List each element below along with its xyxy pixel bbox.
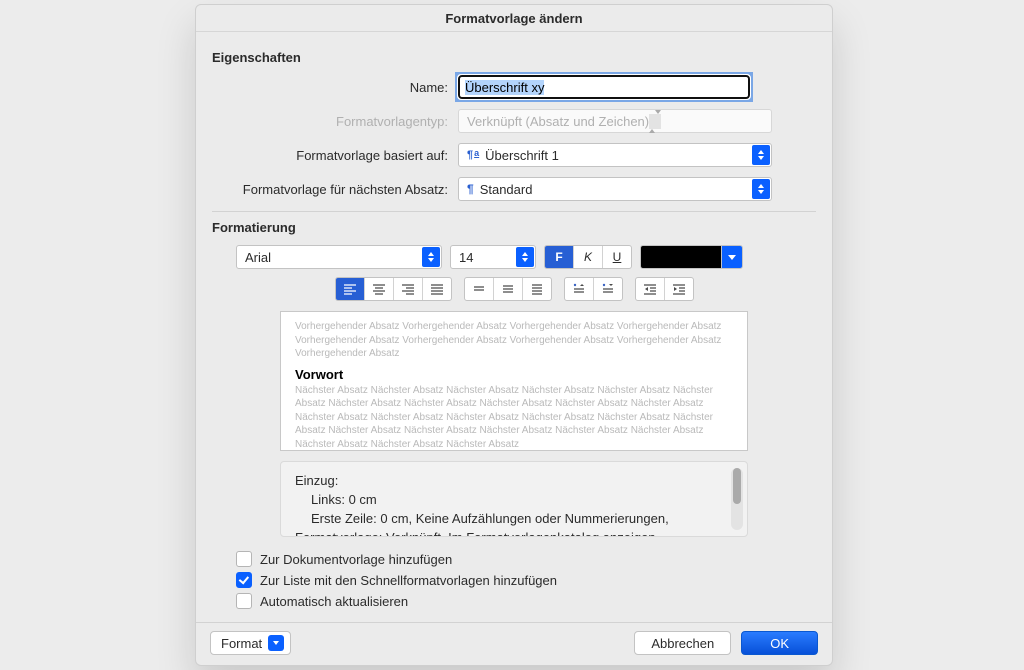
desc-line: Formatvorlage: Verknüpft, Im Formatvorla… [295, 529, 733, 537]
next-style-label: Formatvorlage für nächsten Absatz: [212, 182, 458, 197]
space-before-dec-button[interactable] [594, 278, 622, 300]
preview-sample-text: Vorwort [295, 367, 733, 382]
options-checks: Zur Dokumentvorlage hinzufügen Zur Liste… [236, 551, 816, 609]
desc-line: Links: 0 cm [311, 491, 733, 510]
align-center-button[interactable] [365, 278, 394, 300]
based-on-value: Überschrift 1 [485, 148, 559, 163]
chevron-updown-icon [752, 145, 770, 165]
section-formatting: Formatierung [212, 220, 816, 235]
paragraph-toolbar [212, 277, 816, 301]
paragraph-spacing-group [564, 277, 623, 301]
next-style-value: Standard [480, 182, 533, 197]
linked-style-icon: ¶a [467, 149, 479, 161]
space-before-inc-button[interactable] [565, 278, 594, 300]
checkbox-icon [236, 593, 252, 609]
chevron-updown-icon [516, 247, 534, 267]
separator [212, 211, 816, 212]
preview-next-paragraph: Nächster Absatz Nächster Absatz Nächster… [295, 384, 733, 452]
bold-button[interactable]: F [545, 246, 574, 268]
alignment-group [335, 277, 452, 301]
indent-decrease-button[interactable] [636, 278, 665, 300]
name-label: Name: [212, 80, 458, 95]
style-description: Einzug: Links: 0 cm Erste Zeile: 0 cm, K… [280, 461, 748, 537]
paragraph-icon: ¶ [467, 182, 474, 196]
align-left-button[interactable] [336, 278, 365, 300]
underline-button[interactable]: U [603, 246, 631, 268]
check-label: Zur Dokumentvorlage hinzufügen [260, 552, 452, 567]
font-style-group: F K U [544, 245, 632, 269]
scrollbar-thumb[interactable] [733, 468, 741, 504]
ok-button[interactable]: OK [741, 631, 818, 655]
preview-pane: Vorhergehender Absatz Vorhergehender Abs… [280, 311, 748, 451]
quick-styles-check[interactable]: Zur Liste mit den Schnellformatvorlagen … [236, 572, 816, 588]
based-on-select[interactable]: ¶a Überschrift 1 [458, 143, 772, 167]
italic-button[interactable]: K [574, 246, 603, 268]
font-family-select[interactable]: Arial [236, 245, 442, 269]
check-label: Zur Liste mit den Schnellformatvorlagen … [260, 573, 557, 588]
indent-increase-button[interactable] [665, 278, 693, 300]
chevron-updown-icon [752, 179, 770, 199]
preview-prev-paragraph: Vorhergehender Absatz Vorhergehender Abs… [295, 320, 733, 361]
chevron-down-icon [268, 635, 284, 651]
format-menu-button[interactable]: Format [210, 631, 291, 655]
type-label: Formatvorlagentyp: [212, 114, 458, 129]
scrollbar[interactable] [731, 468, 743, 530]
spacing-2-button[interactable] [523, 278, 551, 300]
font-family-value: Arial [245, 250, 271, 265]
dialog-footer: Format Abbrechen OK [196, 622, 832, 665]
name-field[interactable] [458, 75, 750, 99]
font-size-value: 14 [459, 250, 473, 265]
font-color-picker[interactable] [640, 245, 743, 269]
align-justify-button[interactable] [423, 278, 451, 300]
checkbox-checked-icon [236, 572, 252, 588]
desc-line: Einzug: [295, 472, 733, 491]
section-properties: Eigenschaften [212, 50, 816, 65]
indent-group [635, 277, 694, 301]
modify-style-dialog: Formatvorlage ändern Eigenschaften Name:… [195, 4, 833, 666]
add-to-template-check[interactable]: Zur Dokumentvorlage hinzufügen [236, 551, 816, 567]
chevron-updown-icon [422, 247, 440, 267]
dialog-body: Eigenschaften Name: Formatvorlagentyp: V… [196, 32, 832, 622]
cancel-button[interactable]: Abbrechen [634, 631, 731, 655]
type-value: Verknüpft (Absatz und Zeichen) [467, 114, 649, 129]
color-swatch-icon [641, 246, 721, 268]
align-right-button[interactable] [394, 278, 423, 300]
next-style-select[interactable]: ¶ Standard [458, 177, 772, 201]
font-size-select[interactable]: 14 [450, 245, 536, 269]
check-label: Automatisch aktualisieren [260, 594, 408, 609]
spacing-1.5-button[interactable] [494, 278, 523, 300]
line-spacing-group [464, 277, 552, 301]
chevron-down-icon [721, 246, 742, 268]
based-on-label: Formatvorlage basiert auf: [212, 148, 458, 163]
chevron-updown-icon [649, 114, 661, 129]
desc-line: Erste Zeile: 0 cm, Keine Aufzählungen od… [311, 510, 733, 529]
font-toolbar: Arial 14 F K U [212, 245, 816, 269]
auto-update-check[interactable]: Automatisch aktualisieren [236, 593, 816, 609]
format-menu-label: Format [221, 636, 262, 651]
checkbox-icon [236, 551, 252, 567]
spacing-1-button[interactable] [465, 278, 494, 300]
dialog-title: Formatvorlage ändern [196, 5, 832, 32]
type-select: Verknüpft (Absatz und Zeichen) [458, 109, 772, 133]
